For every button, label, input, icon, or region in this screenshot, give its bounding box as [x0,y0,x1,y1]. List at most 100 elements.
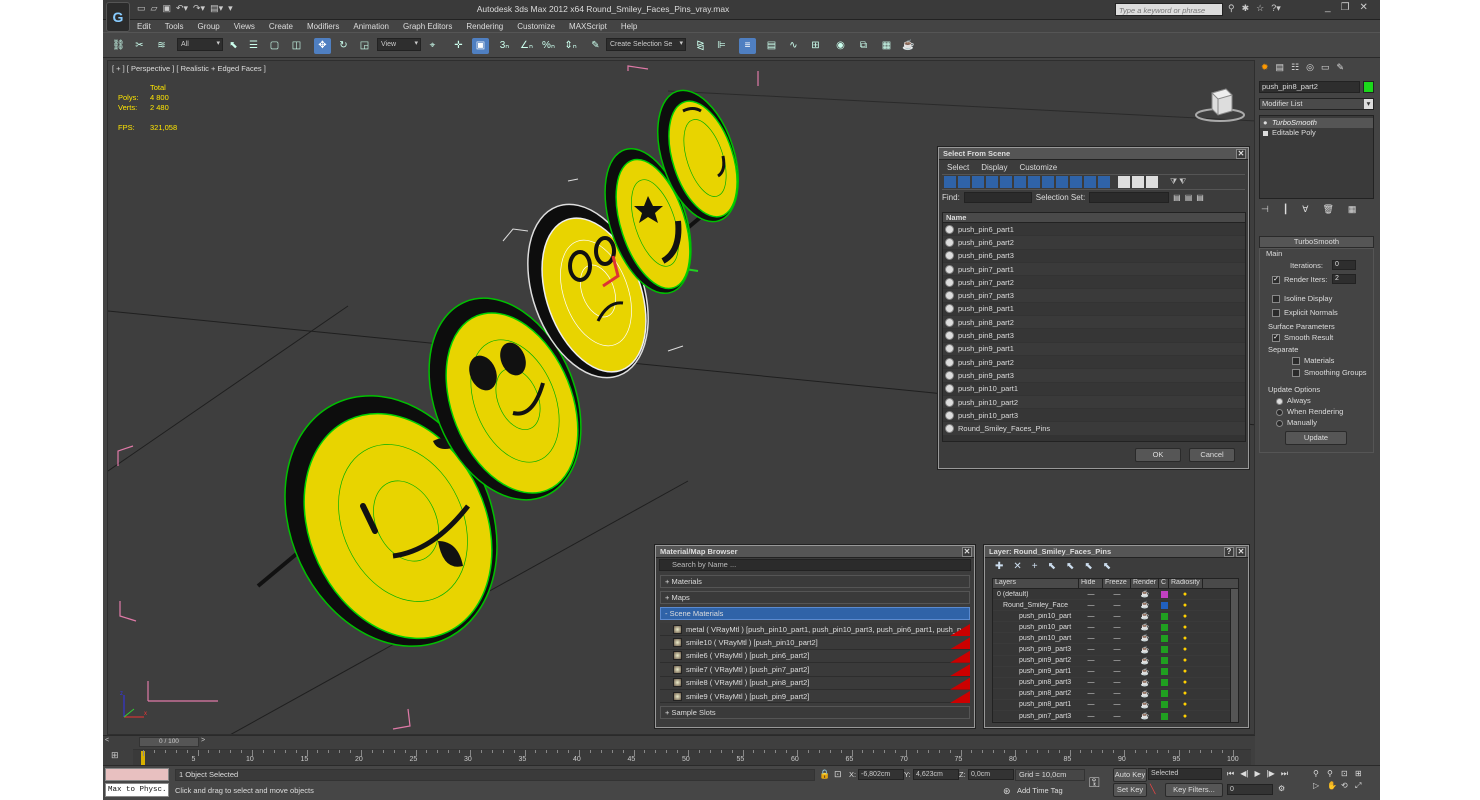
select-by-name-icon[interactable]: ☰ [245,38,262,54]
viewcube-icon[interactable] [1190,79,1250,129]
material-row[interactable]: smile9 ( VRayMtl ) [push_pin9_part2] [660,689,970,704]
lightbulb-icon[interactable]: ● [1263,118,1268,128]
menu-group[interactable]: Group [197,22,219,31]
render-iters-spinner[interactable]: 2 [1332,274,1356,284]
radiosity-toggle-icon[interactable]: ● [1170,690,1200,697]
set-key-button[interactable]: Set Key [1113,783,1147,797]
select-rotate-icon[interactable]: ↻ [335,38,352,54]
freeze-toggle-icon[interactable]: — [1103,701,1131,708]
freeze-toggle-icon[interactable]: — [1103,657,1131,664]
hide-unhide-all-icon[interactable]: ⬉ [1084,561,1092,572]
render-toggle-icon[interactable]: ☕ [1131,679,1159,687]
select-dialog-close-icon[interactable]: ✕ [1236,149,1246,159]
display-xrefs-icon[interactable] [1042,176,1054,188]
menu-animation[interactable]: Animation [353,22,389,31]
next-frame-icon[interactable]: > [201,737,205,744]
zoom-extents-all-icon[interactable]: ⊞ [1355,769,1369,778]
selection-set-remove-icon[interactable]: ▤ [1185,193,1193,202]
snaps-toggle-icon[interactable]: 3ₙ [496,38,513,54]
menu-modifiers[interactable]: Modifiers [307,22,339,31]
create-tab-icon[interactable]: ✹ [1261,62,1269,72]
material-row[interactable]: smile10 ( VRayMtl ) [push_pin10_part2] [660,636,970,650]
edit-named-selection-icon[interactable]: ✎ [587,38,604,54]
material-row[interactable]: smile7 ( VRayMtl ) [push_pin7_part2] [660,663,970,677]
layer-row[interactable]: 0 (default) — — ☕ ● [993,589,1238,601]
material-browser-close-icon[interactable]: ✕ [962,547,972,557]
freeze-toggle-icon[interactable]: — [1103,646,1131,653]
prev-key-icon[interactable]: ◀| [1240,769,1248,779]
field-of-view-icon[interactable]: ▷ [1313,781,1327,791]
materials-group[interactable]: + Materials [660,575,970,588]
turbosmooth-rollout-title[interactable]: TurboSmooth [1259,236,1374,248]
help-search-input[interactable]: Type a keyword or phrase [1115,3,1223,16]
list-item[interactable]: push_pin8_part2 [943,316,1245,330]
freeze-toggle-icon[interactable]: — [1103,591,1131,598]
list-item[interactable]: push_pin7_part2 [943,276,1245,290]
layer-color-swatch[interactable] [1161,679,1168,687]
create-layer-icon[interactable]: ✚ [995,561,1003,572]
freeze-toggle-icon[interactable]: — [1103,613,1131,620]
render-setup-icon[interactable]: ⧉ [855,38,872,54]
radiosity-toggle-icon[interactable]: ● [1170,591,1200,598]
menu-help[interactable]: Help [621,22,637,31]
selection-filter-dropdown[interactable]: All [177,38,223,51]
menu-customize[interactable]: Customize [517,22,555,31]
current-frame-field[interactable]: 0 [1227,784,1273,795]
close-icon[interactable]: ✕ [1360,2,1368,13]
freeze-toggle-icon[interactable]: — [1103,635,1131,642]
layer-scrollbar[interactable] [1230,589,1238,722]
play-icon[interactable]: ▶ [1254,769,1260,779]
freeze-toggle-icon[interactable]: — [1103,679,1131,686]
stack-item-editable-poly[interactable]: Editable Poly [1260,128,1373,138]
configure-modifier-sets-icon[interactable]: ▦ [1348,204,1357,215]
layer-manager-close-icon[interactable]: ✕ [1236,547,1246,557]
hide-toggle-icon[interactable]: — [1079,713,1103,720]
menu-create[interactable]: Create [269,22,293,31]
find-input[interactable] [963,192,1032,203]
mini-curve-editor-icon[interactable]: ⊞ [111,750,119,761]
bind-spacewarp-icon[interactable]: ≋ [153,38,170,54]
goto-end-icon[interactable]: ⏭ [1281,769,1288,779]
hide-toggle-icon[interactable]: — [1079,657,1103,664]
when-rendering-radio[interactable] [1276,408,1283,416]
sort-icon[interactable]: ⧨ [1179,177,1186,187]
hide-toggle-icon[interactable]: — [1079,701,1103,708]
layer-row[interactable]: push_pin10_part — — ☕ ● [993,611,1238,623]
layer-col-freeze[interactable]: Freeze [1103,579,1131,588]
key-filters-button[interactable]: Key Filters... [1165,783,1223,797]
menu-tools[interactable]: Tools [165,22,184,31]
absolute-mode-icon[interactable]: ⊡ [834,769,842,780]
subscription-icon[interactable]: ✱ [1242,3,1250,14]
radiosity-toggle-icon[interactable]: ● [1170,657,1200,664]
hide-toggle-icon[interactable]: — [1079,602,1103,609]
display-helpers-icon[interactable] [1000,176,1012,188]
zoom-all-icon[interactable]: ⚲ [1327,769,1341,778]
cancel-button[interactable]: Cancel [1189,448,1235,462]
display-geometry-icon[interactable] [944,176,956,188]
always-radio[interactable] [1276,397,1283,405]
render-toggle-icon[interactable]: ☕ [1131,634,1159,642]
freeze-toggle-icon[interactable]: — [1103,690,1131,697]
percent-snap-icon[interactable]: %ₙ [540,38,557,54]
expand-icon[interactable] [1263,131,1268,136]
display-none-icon[interactable] [1132,176,1144,188]
menu-maxscript[interactable]: MAXScript [569,22,607,31]
layer-color-swatch[interactable] [1161,701,1168,709]
zoom-extents-icon[interactable]: ⊡ [1341,769,1355,778]
zoom-icon[interactable]: ⚲ [1313,769,1327,778]
display-groups-icon[interactable] [1028,176,1040,188]
freeze-toggle-icon[interactable]: — [1103,668,1131,675]
display-spacewarps-icon[interactable] [1014,176,1026,188]
layer-color-swatch[interactable] [1161,712,1168,720]
hierarchy-tab-icon[interactable]: ☷ [1291,62,1299,72]
material-search-input[interactable]: Search by Name ... [659,559,971,571]
update-button[interactable]: Update [1285,431,1347,445]
add-to-layer-icon[interactable]: + [1032,561,1038,572]
layer-row[interactable]: push_pin10_part — — ☕ ● [993,622,1238,634]
radiosity-toggle-icon[interactable]: ● [1170,624,1200,631]
layer-col-radiosity[interactable]: Radiosity [1169,579,1203,588]
menu-views[interactable]: Views [234,22,255,31]
graphite-ribbon-icon[interactable]: ▤ [763,38,780,54]
radiosity-toggle-icon[interactable]: ● [1170,701,1200,708]
layer-color-swatch[interactable] [1161,623,1168,631]
